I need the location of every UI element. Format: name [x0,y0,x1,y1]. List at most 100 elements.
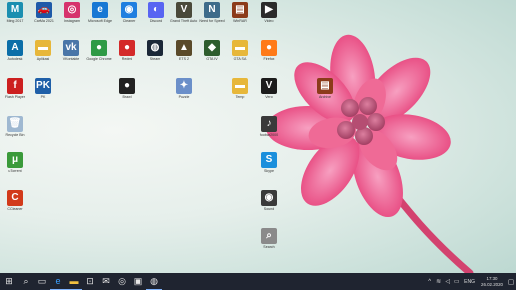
magnifier-icon: ⌕ [261,228,277,244]
clock[interactable]: 17:30 26.02.2020 [481,276,503,287]
shortcut-label: GTA IV [206,57,218,61]
desktop-shortcut-ball[interactable]: ● Brawl [113,78,141,99]
desktop: M Ming 2017 🚗 CarMa 2021 ◎ Instagram e Microsof… [0,0,516,290]
store-icon: ⊡ [86,276,94,286]
shortcut-label: Need for Speed [199,19,225,23]
desktop-shortcut-skype[interactable]: S Skype [255,152,283,173]
desktop-shortcut-redapp[interactable]: ● Redmi [113,40,141,61]
shortcut-label: Grand Theft Auto V [170,19,198,23]
desktop-shortcut-speaker[interactable]: ◉ Sound [255,190,283,211]
folder-icon: ▬ [232,40,248,56]
desktop-shortcut-gta5[interactable]: V Grand Theft Auto V [170,2,198,23]
desktop-shortcut-ets[interactable]: ▲ ETS 2 [170,40,198,61]
shortcut-label: WinRAR [233,19,247,23]
vk-icon: vk [63,40,79,56]
recycle-bin-icon: 🗑 [7,116,23,132]
taskbar-store[interactable]: ⊡ [82,273,98,290]
desktop-shortcut-gta4[interactable]: ◆ GTA IV [198,40,226,61]
desktop-shortcut-folder3[interactable]: ▬ Temp [226,78,254,99]
desktop-shortcut-steam[interactable]: ◍ Steam [141,40,169,61]
desktop-shortcut-chrome[interactable]: ● Google Chrome [85,40,113,61]
shortcut-label: Skype [264,169,274,173]
steam-icon: ◍ [147,40,163,56]
utorrent-icon: μ [7,152,23,168]
desktop-shortcut-autocad[interactable]: A Autodesk [1,40,29,61]
desktop-shortcut-instagram[interactable]: ◎ Instagram [58,2,86,23]
shortcut-label: Puzzle [178,95,190,99]
shortcut-label: Archive [319,95,331,99]
desktop-shortcut-v[interactable]: V Vero [255,78,283,99]
shortcut-label: Instagram [64,19,80,23]
shortcut-label: Redmi [121,57,133,61]
battery-icon[interactable]: ▭ [452,278,461,285]
shortcut-label: GTA SA [233,57,247,61]
shortcut-label: Discord [149,19,163,23]
desktop-shortcut-flash[interactable]: f Flash Player [1,78,29,99]
flash-icon: f [7,78,23,94]
desktop-shortcut-folder1[interactable]: ▬ Aplikasi [29,40,57,61]
taskbar-media[interactable]: ◎ [114,273,130,290]
desktop-shortcut-edge[interactable]: e Microsoft Edge [86,2,114,23]
taskbar: ⊞ ⌕ ▭ e ▬ ⊡ ✉ ◎ ▣ ◍ ^ ≋ ◁ ▭ ENG 17:30 26… [0,273,516,290]
taskbar-mail[interactable]: ✉ [98,273,114,290]
steam-icon: ◍ [150,275,158,286]
desktop-shortcut-foobar[interactable]: ♪ foobar2000 [255,116,283,137]
network-icon[interactable]: ≋ [434,278,443,285]
input-language[interactable]: ENG [464,279,475,285]
taskbar-edge[interactable]: e [50,273,66,290]
volume-icon[interactable]: ◁ [443,278,452,285]
desktop-shortcut-utorrent[interactable]: μ uTorrent [1,152,29,173]
task-view-button[interactable]: ▭ [34,273,50,290]
desktop-shortcut-pk[interactable]: PK PK [29,78,57,99]
discord-icon: ◐ [148,2,164,18]
desktop-shortcut-folder2[interactable]: ▬ GTA SA [226,40,254,61]
car-icon: 🚗 [36,2,52,18]
system-tray: ^ ≋ ◁ ▭ ENG 17:30 26.02.2020 ▢ [425,273,516,290]
shortcut-label: Temp [235,95,245,99]
skype-icon: S [261,152,277,168]
notification-center-icon[interactable]: ▢ [506,278,516,286]
shortcut-label: ETS 2 [179,57,189,61]
m-logo-icon: M [7,2,23,18]
firefox-icon: ● [261,40,277,56]
shortcut-label: Cleaner [122,19,136,23]
cleaner-icon: ◉ [121,2,137,18]
folder-icon: ▬ [35,40,51,56]
desktop-shortcut-car[interactable]: 🚗 CarMa 2021 [30,2,58,23]
desktop-shortcut-firefox[interactable]: ● Firefox [255,40,283,61]
desktop-shortcut-cleaner[interactable]: ◉ Cleaner [115,2,143,23]
winrar-icon: ▤ [317,78,333,94]
edge-icon: e [92,2,108,18]
gta-icon: V [176,2,192,18]
mail-icon: ✉ [102,276,110,286]
windows-logo-icon: ⊞ [5,276,13,286]
task-view-icon: ▭ [37,276,47,286]
desktop-shortcut-vk[interactable]: vk VKontakte [57,40,85,61]
desktop-shortcut-puzzle[interactable]: ✦ Puzzle [170,78,198,99]
autodesk-icon: A [7,40,23,56]
clock-date: 26.02.2020 [481,281,503,287]
desktop-shortcut-discord[interactable]: ◐ Discord [142,2,170,23]
start-button[interactable]: ⊞ [0,273,18,290]
taskbar-steam[interactable]: ◍ [146,273,162,290]
desktop-shortcut-search[interactable]: ⌕ Search [255,228,283,249]
shortcut-label: Microsoft Edge [88,19,112,23]
desktop-shortcut-video[interactable]: ▶ Video [255,2,283,23]
taskbar-file-explorer[interactable]: ▬ [66,273,82,290]
shortcut-label: Brawl [122,95,132,99]
desktop-shortcut-nfs[interactable]: N Need for Speed [198,2,226,23]
media-icon: ◎ [118,276,126,286]
desktop-shortcut-winrar2[interactable]: ▤ Archive [311,78,339,99]
photos-icon: ▣ [133,276,143,286]
taskbar-photos[interactable]: ▣ [130,273,146,290]
desktop-shortcut-recycle[interactable]: 🗑 Recycle Bin [1,116,29,137]
show-hidden-icons-chevron-icon[interactable]: ^ [425,279,434,285]
search-button[interactable]: ⌕ [18,273,34,290]
desktop-shortcut-ccleaner[interactable]: C CCleaner [1,190,29,211]
shortcut-label: Aplikasi [36,57,50,61]
desktop-shortcut-malwarebytes[interactable]: M Ming 2017 [1,2,29,23]
puzzle-icon: ✦ [176,78,192,94]
shortcut-label: foobar2000 [259,133,279,137]
game-icon: ▲ [176,40,192,56]
desktop-shortcut-winrar[interactable]: ▤ WinRAR [226,2,254,23]
